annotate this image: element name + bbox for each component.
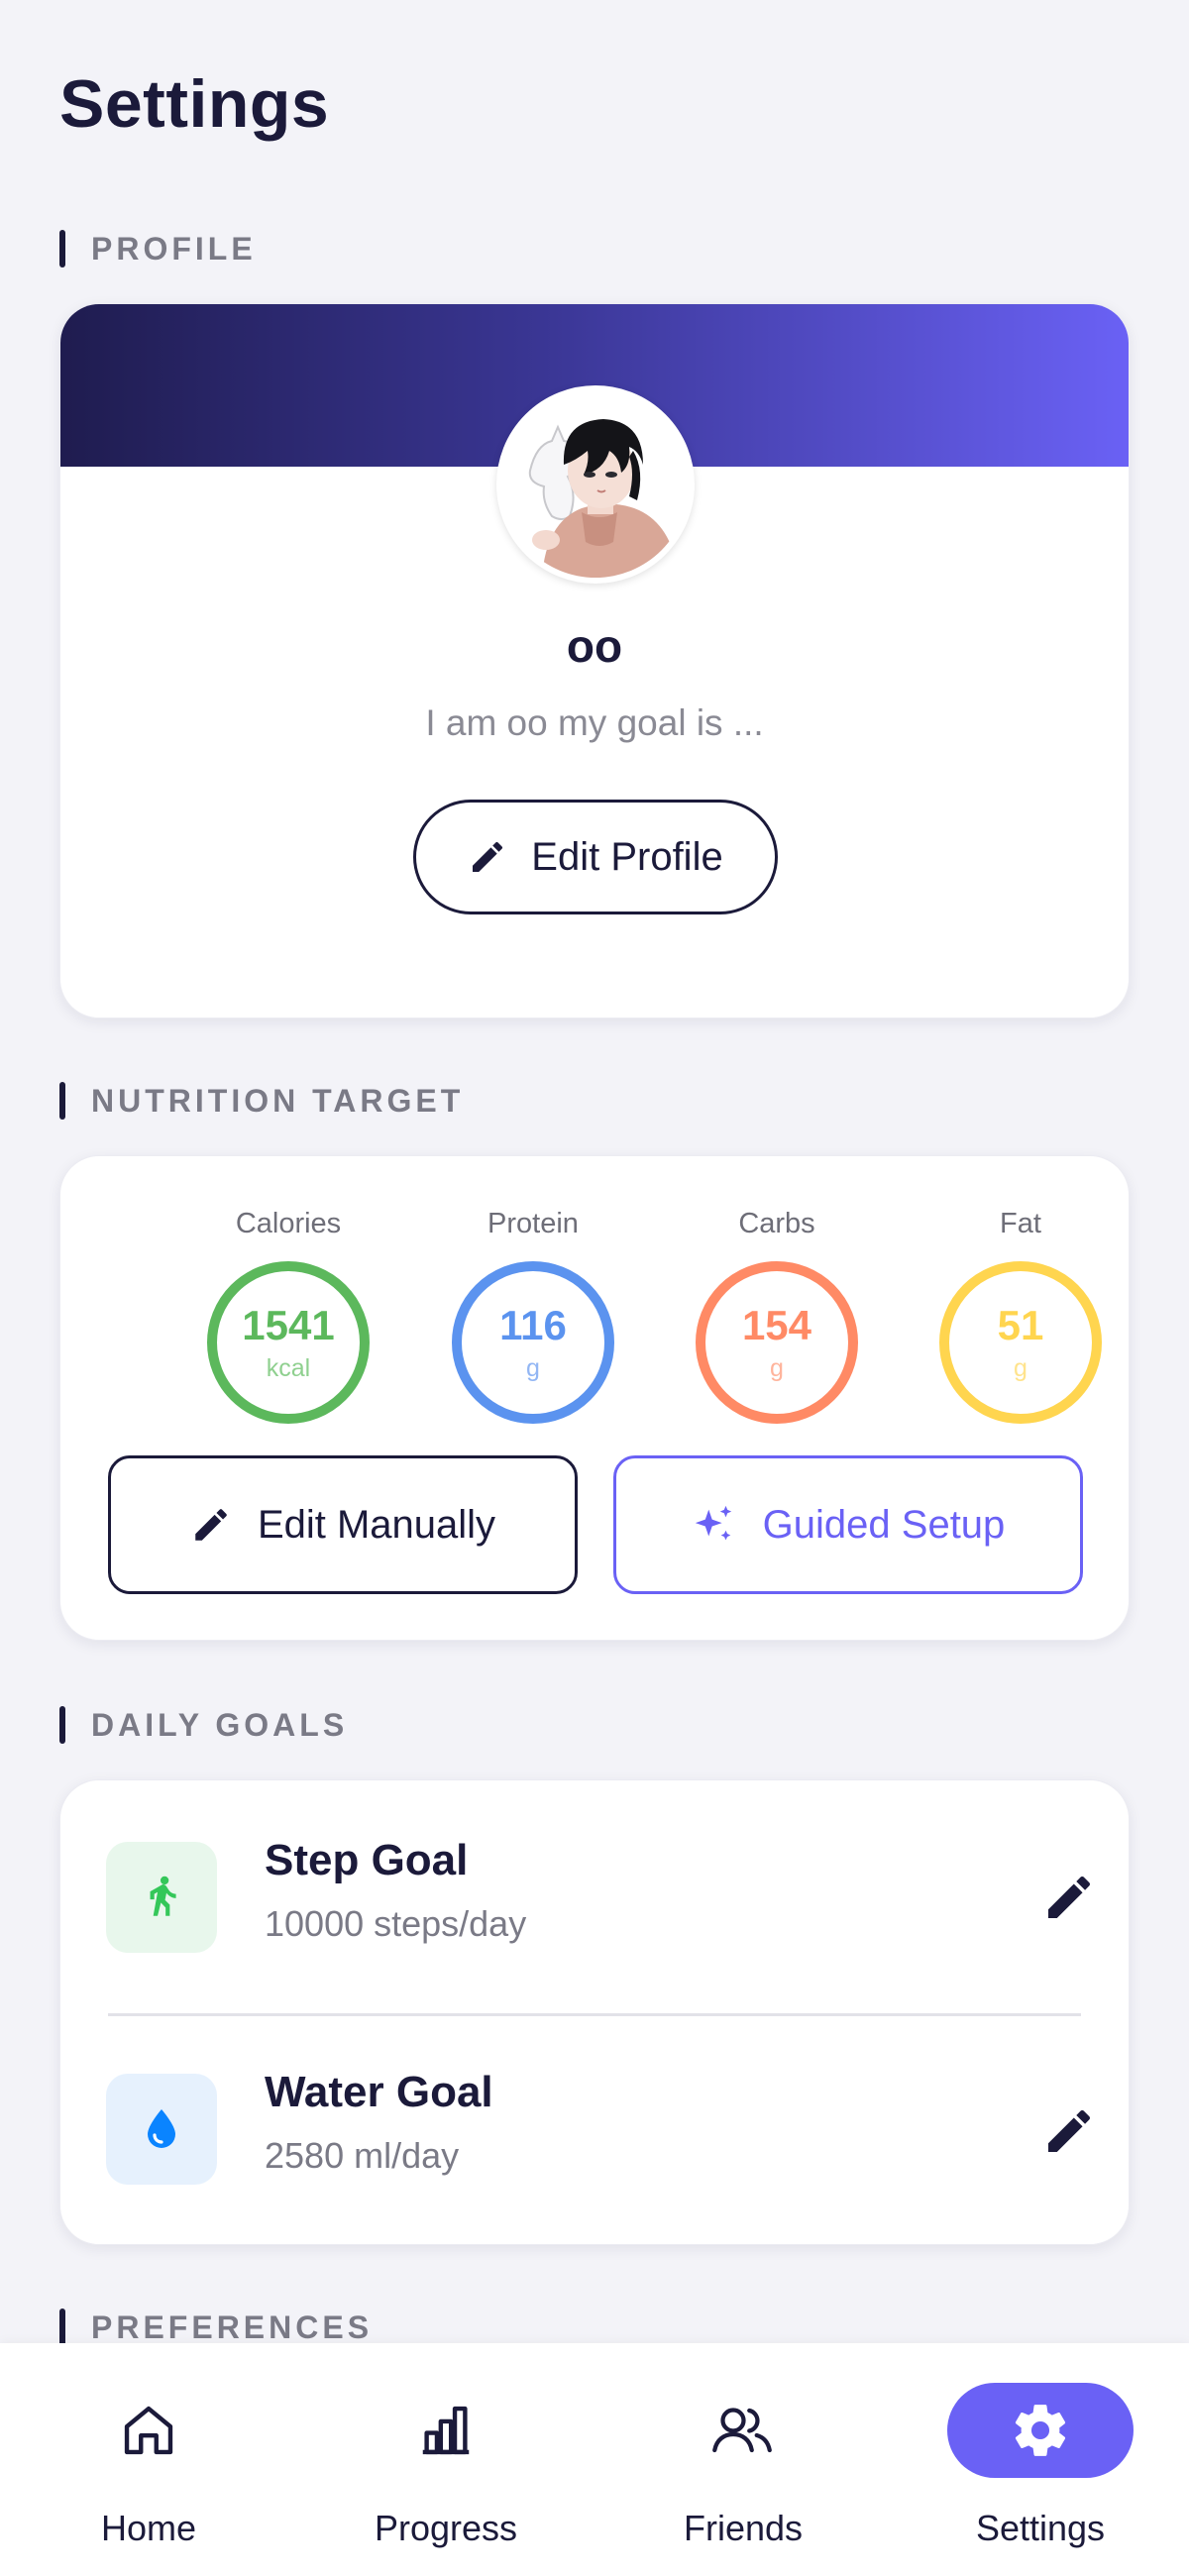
goal-row-steps[interactable]: Step Goal 10000 steps/day [60, 1780, 1129, 2016]
macro-calories: Calories 1541 kcal [204, 1208, 373, 1424]
bar-chart-icon [353, 2383, 539, 2478]
goal-title: Step Goal [265, 1836, 469, 1884]
macro-ring: 1541 kcal [207, 1261, 370, 1424]
macro-fat: Fat 51 g [936, 1208, 1105, 1424]
section-label-text: PROFILE [91, 230, 257, 267]
section-label-text: NUTRITION TARGET [91, 1082, 465, 1119]
section-accent-bar [59, 1706, 65, 1744]
nav-label: Settings [975, 2508, 1106, 2548]
macro-value: 1541 [242, 1301, 335, 1348]
walk-icon [106, 1842, 217, 1953]
goal-value: 2580 ml/day [265, 2135, 460, 2176]
nav-label: Progress [374, 2508, 518, 2548]
section-accent-bar [59, 2308, 65, 2343]
nav-item-progress[interactable]: Progress [297, 2343, 594, 2576]
bottom-navigation: Home Progress Friends Settings [0, 2343, 1189, 2576]
macro-value: 116 [499, 1301, 567, 1348]
nav-label: Friends [683, 2508, 804, 2548]
macro-value: 51 [997, 1301, 1044, 1348]
avatar-illustration [502, 391, 689, 578]
macro-label: Protein [487, 1208, 579, 1239]
edit-profile-button[interactable]: Edit Profile [413, 800, 778, 914]
goal-value: 10000 steps/day [265, 1903, 527, 1944]
section-label-nutrition: NUTRITION TARGET [59, 1082, 464, 1120]
edit-manually-label: Edit Manually [257, 1502, 496, 1547]
macro-label: Calories [235, 1208, 342, 1239]
section-label-text: PREFERENCES [91, 2308, 374, 2344]
settings-screen: Settings PROFILE oo I am oo my goal is .… [0, 0, 1189, 2576]
goal-title: Water Goal [265, 2068, 493, 2116]
macro-label: Fat [1000, 1208, 1041, 1239]
section-label-daily-goals: DAILY GOALS [59, 1706, 348, 1744]
macro-unit: kcal [266, 1353, 311, 1382]
edit-step-goal-pencil-icon[interactable] [1041, 1870, 1097, 1925]
profile-bio: I am oo my goal is ... [425, 702, 764, 743]
macro-ring: 116 g [452, 1261, 614, 1424]
profile-card: oo I am oo my goal is ... Edit Profile [59, 303, 1130, 1019]
section-label-text: DAILY GOALS [91, 1706, 349, 1743]
macro-unit: g [526, 1353, 540, 1382]
guided-setup-label: Guided Setup [762, 1502, 1006, 1547]
macro-label: Carbs [738, 1208, 815, 1239]
nutrition-target-card: Calories 1541 kcal Protein 116 g Carbs 1… [59, 1155, 1130, 1641]
sparkles-icon [695, 1505, 731, 1541]
macro-value: 154 [741, 1301, 812, 1348]
edit-profile-label: Edit Profile [531, 834, 723, 879]
section-accent-bar [59, 230, 65, 268]
pencil-icon [473, 841, 503, 872]
home-icon [55, 2383, 242, 2478]
guided-setup-button[interactable]: Guided Setup [613, 1455, 1083, 1594]
water-drop-icon [106, 2074, 217, 2185]
nav-label: Home [100, 2508, 197, 2548]
nav-item-friends[interactable]: Friends [594, 2343, 892, 2576]
nav-item-home[interactable]: Home [0, 2343, 297, 2576]
macro-carbs: Carbs 154 g [693, 1208, 861, 1424]
section-accent-bar [59, 1082, 65, 1120]
avatar[interactable] [496, 385, 695, 584]
nav-item-settings[interactable]: Settings [892, 2343, 1189, 2576]
macro-ring: 154 g [696, 1261, 858, 1424]
macro-protein: Protein 116 g [449, 1208, 617, 1424]
edit-water-goal-pencil-icon[interactable] [1041, 2103, 1097, 2159]
page-title: Settings [59, 66, 330, 142]
settings-scroll-area[interactable]: Settings PROFILE oo I am oo my goal is .… [0, 0, 1189, 2343]
macro-unit: g [1014, 1353, 1027, 1382]
daily-goals-card: Step Goal 10000 steps/day Water Goal 258… [59, 1779, 1130, 2245]
profile-name: oo [566, 620, 623, 672]
section-label-profile: PROFILE [59, 230, 257, 268]
macro-ring: 51 g [939, 1261, 1102, 1424]
gear-icon [947, 2383, 1134, 2478]
macro-unit: g [770, 1353, 784, 1382]
goal-row-water[interactable]: Water Goal 2580 ml/day [60, 2016, 1129, 2244]
section-label-preferences: PREFERENCES [59, 2308, 373, 2343]
people-icon [650, 2383, 836, 2478]
edit-manually-button[interactable]: Edit Manually [108, 1455, 578, 1594]
pencil-icon [195, 1509, 227, 1541]
